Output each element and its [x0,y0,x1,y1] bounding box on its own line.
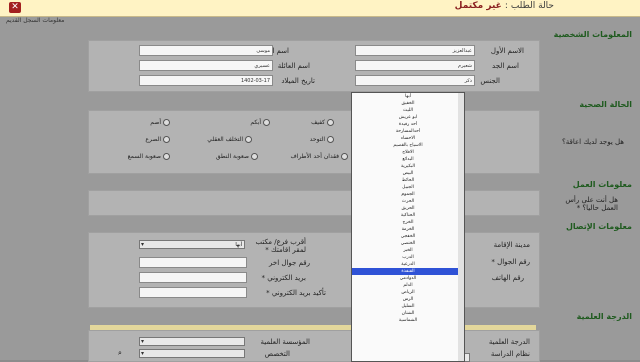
dropdown-option[interactable]: الحائط [352,177,464,184]
dropdown-option[interactable]: أحد رفيدة [352,121,464,128]
close-icon[interactable]: ✕ [9,2,21,13]
dropdown-option[interactable]: الرس [352,296,464,303]
dropdown-option[interactable]: أحدالمسارحة [352,128,464,135]
disability-option[interactable]: التوحد [310,136,334,143]
status-bar: حالة الطلب : غير مكتمل ✕ [0,0,640,17]
dropdown-option[interactable]: الدرعية [352,261,464,268]
nearest-branch-label: أقرب فرع/ مكتب لمقر اقامتك * [255,238,306,254]
disability-question: هل يوجد لديك اعاقة؟ [562,138,624,146]
gender-select[interactable]: ذكر [355,75,475,86]
dropdown-option[interactable]: القنفذة [352,268,464,275]
father-name-input[interactable]: موسى [139,45,273,56]
dropdown-option[interactable]: الجموم [352,191,464,198]
dropdown-option[interactable]: الاحساء [352,135,464,142]
residence-city-label: مدينة الإقامة [493,241,530,249]
dropdown-option[interactable]: السليل [352,303,464,310]
birth-date-input[interactable]: 1402-03-17 [139,75,273,86]
request-status: حالة الطلب : غير مكتمل [455,1,554,11]
dropdown-option[interactable]: الدرب [352,254,464,261]
disability-option[interactable]: أصم [150,119,170,126]
dropdown-option[interactable]: الخرج [352,219,464,226]
dropdown-option[interactable]: الجبيل [352,184,464,191]
specialty-label: التخصص [264,350,290,358]
residence-city-dropdown[interactable]: أبها الخفيق الليث ابو عريش أحد رفيدة أحدالمسا… [351,92,465,362]
dropdown-option[interactable]: الخرمة [352,226,464,233]
birth-date-label: تاريخ الميلاد [281,77,315,85]
application-form-page: حالة الطلب : غير مكتمل ✕ معلومات السجل ا… [0,0,640,362]
section-personal-header: المعلومات الشخصية [553,30,632,39]
dropdown-option[interactable]: البدائع [352,156,464,163]
disability-option[interactable]: كفيف [311,119,334,126]
family-name-input[interactable]: عسيري [139,60,273,71]
disability-option[interactable]: صعوبة السمع [128,153,170,160]
dropdown-option[interactable]: الليث [352,107,464,114]
dropdown-option[interactable]: الدوادمي [352,275,464,282]
first-name-label: الاسم الأول [490,47,524,55]
status-value: غير مكتمل [454,1,502,11]
nearest-branch-select[interactable]: أبها ▾ [139,240,245,249]
dropdown-option[interactable]: البكيرية [352,163,464,170]
chevron-down-icon: ▾ [141,350,145,357]
dropdown-options: أبها الخفيق الليث ابو عريش أحد رفيدة أحدالمسا… [352,93,464,324]
dropdown-option[interactable]: أبها [352,93,464,100]
status-label: حالة الطلب : [504,1,554,11]
employment-question: هل أنت على رأس العمل حاليا؟ * [565,196,618,212]
specialty-select[interactable]: ▾ [139,349,245,358]
dropdown-option[interactable]: الخفيق [352,100,464,107]
institution-select[interactable]: ▾ [139,337,245,346]
disability-option[interactable]: فقدان أحد الأطراف [290,153,348,160]
dropdown-option[interactable]: الحريق [352,205,464,212]
search-icon[interactable]: ⌕ [118,349,129,358]
grandfather-name-label: اسم الجد [492,62,519,70]
dropdown-scrollbar[interactable] [458,93,464,361]
first-name-input[interactable]: عبدالعزيز [355,45,475,56]
disability-option[interactable]: أبكم [250,119,270,126]
old-record-link[interactable]: معلومات السجل القديم [6,17,64,24]
email-confirm-input[interactable] [139,287,247,298]
section-work-header: معلومات العمل [572,180,632,189]
chevron-down-icon: ▾ [141,241,145,248]
grandfather-name-input[interactable]: شعيرم [355,60,475,71]
chevron-down-icon: ▾ [141,338,145,345]
email-label: بريد الكتروني * [261,274,306,282]
degree-label: الدرجة العلمية [488,338,530,346]
dropdown-option[interactable]: الدلم [352,282,464,289]
dropdown-option[interactable]: الحناكية [352,212,464,219]
section-degree-header: الدرجة العلمية [576,312,632,321]
dropdown-option[interactable]: الافلاج [352,149,464,156]
other-mobile-input[interactable] [139,257,247,268]
study-system-label: نظام الدراسة [490,350,530,358]
dropdown-option[interactable]: الشنان [352,310,464,317]
dropdown-option[interactable]: الاسياح بالقصيم [352,142,464,149]
family-name-label: اسم العائلة [277,62,310,70]
email-confirm-label: تأكيد بريد الكتروني * [266,289,326,297]
mobile-label: رقم الجوال * [491,258,530,266]
disability-option[interactable]: الصرع [145,136,170,143]
email-input[interactable] [139,272,247,283]
dropdown-option[interactable]: الحرث [352,198,464,205]
work-panel [88,190,540,216]
dropdown-option[interactable]: الرياض [352,289,464,296]
disability-option[interactable]: صعوبة النطق [216,153,258,160]
section-health-header: الحالة الصحية [579,100,632,109]
dropdown-option[interactable]: الخبر [352,247,464,254]
gender-label: الجنس [480,77,500,85]
disability-option[interactable]: التخلف العقلي [207,136,252,143]
institution-label: المؤسسة العلمية [260,338,310,346]
dropdown-option[interactable]: البيض [352,170,464,177]
dropdown-option[interactable]: الشماسية [352,317,464,324]
dropdown-option[interactable]: ابو عريش [352,114,464,121]
section-contact-header: معلومات الإتصال [565,222,632,231]
dropdown-option[interactable]: الخفجي [352,233,464,240]
dropdown-option[interactable]: الخنصي [352,240,464,247]
other-mobile-label: رقم جوال اخر [269,259,310,267]
phone-label: رقم الهاتف [491,274,524,282]
